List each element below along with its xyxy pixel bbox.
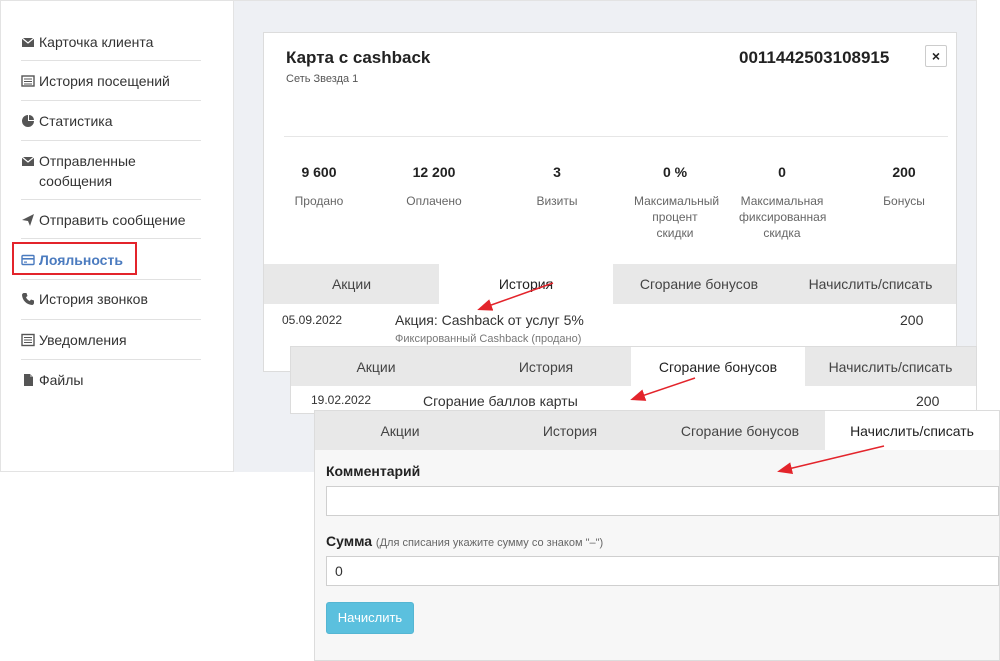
tab-bonus-burn[interactable]: Сгорание бонусов: [613, 264, 785, 304]
stat-value: 9 600: [301, 164, 337, 180]
file-icon: [24, 374, 33, 386]
history-text: Акция: Cashback от услуг 5%: [395, 312, 584, 328]
divider: [21, 199, 201, 200]
stat-label: Максимальный процент скидки: [634, 194, 720, 240]
tab-history[interactable]: История: [439, 264, 613, 304]
sum-hint: (Для списания укажите сумму со знаком "–…: [375, 537, 604, 549]
sidebar-item-label: Отправленные сообщения: [39, 153, 136, 189]
stat-max-fixed-discount: 0 Максимальная фиксированная скидка: [727, 163, 837, 241]
tab-bonus-burn[interactable]: Сгорание бонусов: [631, 347, 805, 386]
stat-label: Максимальная фиксированная скидка: [739, 194, 827, 240]
tab-accrue-deduct[interactable]: Начислить/списать: [825, 411, 999, 450]
pie-chart-icon: [22, 115, 34, 127]
card-number: 0011442503108915: [739, 48, 890, 67]
stat-value: 0: [778, 164, 786, 180]
tab-bar: Акции История Сгорание бонусов Начислить…: [315, 411, 999, 450]
history-subtext: Фиксированный Cashback (продано): [395, 333, 582, 345]
stat-label: Продано: [294, 194, 344, 208]
tab-promotions[interactable]: Акции: [264, 264, 439, 304]
burn-date: 19.02.2022: [311, 393, 372, 407]
sidebar-item-label: Уведомления: [39, 332, 127, 348]
history-date: 05.09.2022: [282, 313, 343, 327]
tab-accrue-deduct[interactable]: Начислить/списать: [805, 347, 976, 386]
divider: [21, 238, 201, 239]
divider: [21, 359, 201, 360]
sum-input[interactable]: [326, 556, 999, 586]
card-subtitle: Сеть Звезда 1: [286, 73, 359, 85]
history-amount: 200: [900, 312, 924, 328]
card-title: Карта с cashback: [286, 48, 431, 67]
burn-amount: 200: [916, 393, 940, 409]
stat-value: 12 200: [412, 164, 456, 180]
sidebar-item-files[interactable]: Файлы: [21, 370, 201, 390]
close-icon: ×: [931, 48, 941, 64]
divider: [21, 319, 201, 320]
close-button[interactable]: ×: [925, 45, 947, 67]
divider: [284, 136, 948, 137]
stat-visits: 3 Визиты: [502, 163, 612, 209]
loyalty-card-panel: Карта с cashback Сеть Звезда 1 001144250…: [263, 32, 957, 372]
sidebar-item-label: Файлы: [39, 372, 84, 388]
tab-history[interactable]: История: [461, 347, 631, 386]
send-icon: [22, 214, 34, 226]
comment-label: Комментарий: [326, 463, 421, 479]
sidebar-item-label: История посещений: [39, 73, 170, 89]
sidebar-item-label: Статистика: [39, 113, 113, 129]
comment-input[interactable]: [326, 486, 999, 516]
divider: [21, 140, 201, 141]
stat-label: Бонусы: [883, 194, 925, 208]
sidebar-item-notifications[interactable]: Уведомления: [21, 330, 201, 350]
sidebar-item-label: История звонков: [39, 291, 148, 307]
stat-label: Визиты: [536, 194, 578, 208]
tab-history[interactable]: История: [485, 411, 655, 450]
list-icon: [21, 75, 35, 87]
accrue-deduct-panel: Акции История Сгорание бонусов Начислить…: [314, 410, 1000, 661]
sidebar-item-label: Отправить сообщение: [39, 212, 186, 228]
sidebar-item-sent-messages[interactable]: Отправленные сообщения: [21, 151, 201, 191]
sidebar-item-client-card[interactable]: Карточка клиента: [21, 32, 201, 52]
tab-accrue-deduct[interactable]: Начислить/списать: [785, 264, 956, 304]
tab-bar: Акции История Сгорание бонусов Начислить…: [291, 347, 976, 386]
tab-promotions[interactable]: Акции: [291, 347, 461, 386]
sidebar-item-label: Карточка клиента: [39, 34, 154, 50]
stat-paid: 12 200 Оплачено: [379, 163, 489, 209]
stat-max-percent-discount: 0 % Максимальный процент скидки: [620, 163, 730, 241]
list-icon: [21, 333, 35, 347]
sum-label-row: Сумма (Для списания укажите сумму со зна…: [326, 533, 603, 549]
active-item-highlight: [12, 242, 137, 275]
tab-promotions[interactable]: Акции: [315, 411, 485, 450]
stat-value: 0 %: [662, 164, 688, 180]
stat-value: 200: [892, 164, 916, 180]
sidebar: Карточка клиента История посещений Стати…: [0, 0, 234, 472]
burn-text: Сгорание баллов карты: [423, 393, 578, 409]
sidebar-item-call-history[interactable]: История звонков: [21, 289, 201, 309]
divider: [21, 279, 201, 280]
sum-label: Сумма: [326, 533, 373, 549]
stat-sold: 9 600 Продано: [264, 163, 374, 209]
sidebar-item-send-message[interactable]: Отправить сообщение: [21, 210, 201, 230]
envelope-icon: [21, 156, 35, 166]
phone-icon: [22, 293, 34, 305]
sidebar-item-visit-history[interactable]: История посещений: [21, 71, 201, 91]
accrue-button[interactable]: Начислить: [326, 602, 414, 634]
divider: [21, 100, 201, 101]
stat-bonuses: 200 Бонусы: [849, 163, 959, 209]
tab-bonus-burn[interactable]: Сгорание бонусов: [655, 411, 825, 450]
sidebar-item-statistics[interactable]: Статистика: [21, 111, 201, 131]
stat-value: 3: [553, 164, 561, 180]
bonus-burn-panel: Акции История Сгорание бонусов Начислить…: [290, 346, 977, 414]
tab-bar: Акции История Сгорание бонусов Начислить…: [264, 264, 956, 304]
stat-label: Оплачено: [406, 194, 462, 208]
divider: [21, 60, 201, 61]
envelope-icon: [21, 37, 35, 47]
